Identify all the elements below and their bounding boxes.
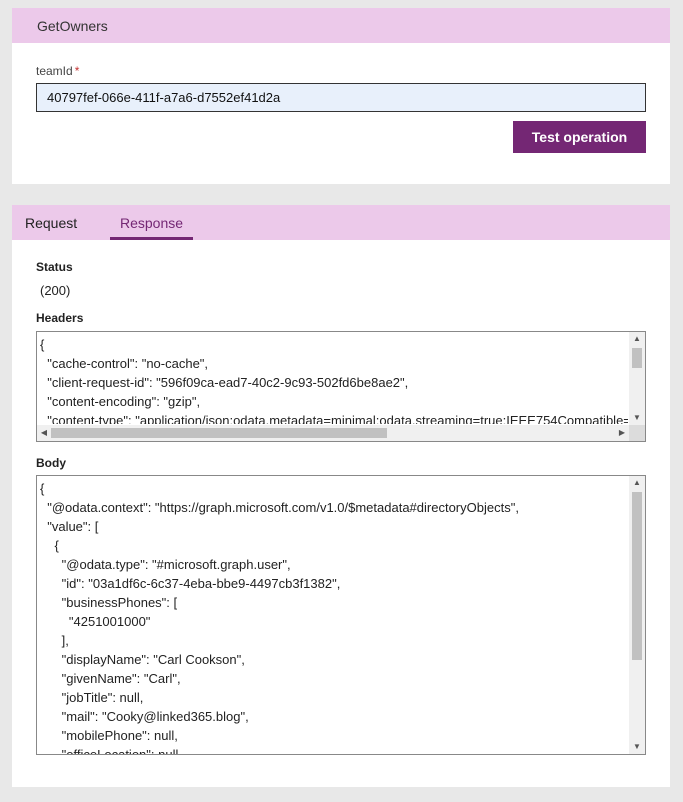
teamid-input[interactable] (36, 83, 646, 112)
operation-card: GetOwners teamId* Test operation (12, 8, 670, 184)
scroll-left-arrow-icon[interactable]: ◀ (37, 426, 51, 440)
tab-response[interactable]: Response (110, 205, 193, 240)
test-operation-button[interactable]: Test operation (513, 121, 646, 153)
body-textarea[interactable]: { "@odata.context": "https://graph.micro… (36, 475, 646, 755)
body-vertical-scrollbar[interactable]: ▲ ▼ (629, 476, 645, 754)
required-marker: * (74, 64, 80, 78)
headers-vertical-scrollbar[interactable]: ▲ ▼ (629, 332, 645, 425)
operation-title: GetOwners (37, 17, 108, 34)
teamid-label: teamId * (36, 64, 79, 78)
tab-bar: Request Response (12, 205, 670, 240)
headers-hscroll-thumb[interactable] (51, 428, 387, 438)
scroll-up-arrow-icon[interactable]: ▲ (629, 332, 645, 346)
headers-textarea[interactable]: { "cache-control": "no-cache", "client-r… (36, 331, 646, 442)
scroll-down-arrow-icon[interactable]: ▼ (629, 740, 645, 754)
body-label: Body (36, 456, 66, 470)
body-vscroll-thumb[interactable] (632, 492, 642, 660)
status-label: Status (36, 260, 73, 274)
body-content: { "@odata.context": "https://graph.micro… (40, 481, 519, 754)
scrollbar-corner (629, 425, 645, 441)
tab-request[interactable]: Request (25, 205, 77, 240)
headers-label: Headers (36, 311, 84, 325)
response-card: Request Response Status (200) Headers { … (12, 205, 670, 787)
headers-content: { "cache-control": "no-cache", "client-r… (40, 337, 628, 424)
headers-horizontal-scrollbar[interactable]: ◀ ▶ (37, 425, 629, 441)
scroll-right-arrow-icon[interactable]: ▶ (615, 426, 629, 440)
scroll-down-arrow-icon[interactable]: ▼ (629, 411, 645, 425)
operation-header: GetOwners (12, 8, 670, 43)
headers-vscroll-thumb[interactable] (632, 348, 642, 368)
scroll-up-arrow-icon[interactable]: ▲ (629, 476, 645, 490)
teamid-label-text: teamId (36, 64, 73, 78)
status-value: (200) (40, 283, 71, 298)
